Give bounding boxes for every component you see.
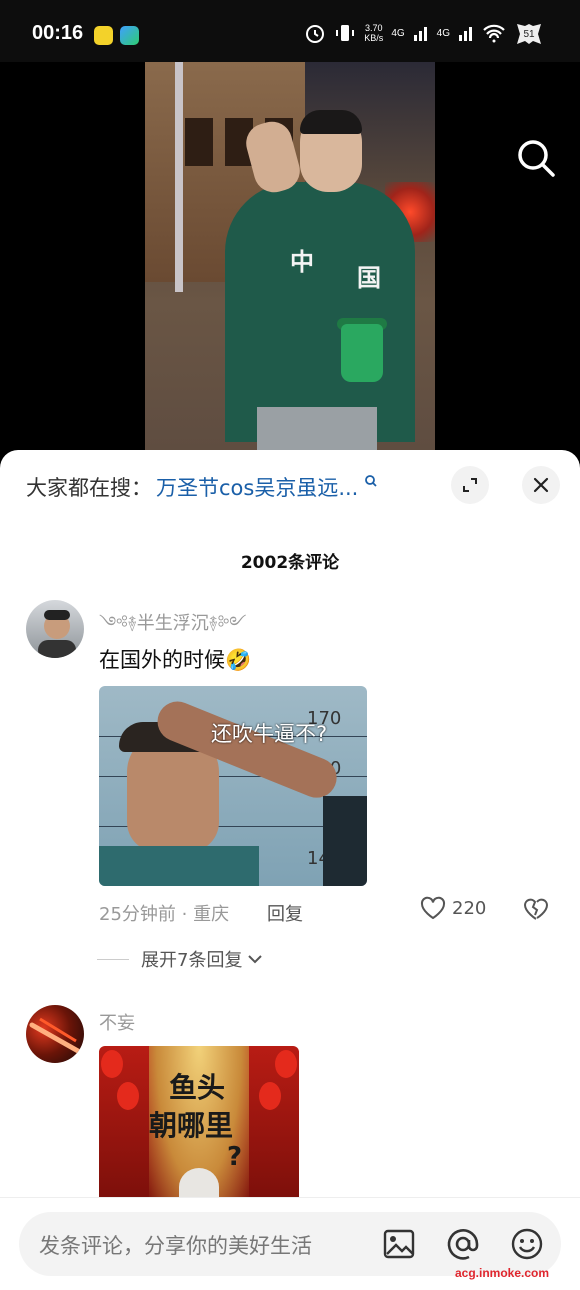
comment-image[interactable]: 170 160 140 还吹牛逼不?: [99, 686, 367, 886]
broken-heart-icon[interactable]: [522, 896, 550, 922]
comment-sheet: 大家都在搜： 万圣节cos吴京虽远... 2002条评论 ༺࿈半生浮沉࿈༻ 在国…: [0, 450, 580, 1289]
app-notification-icon: [94, 26, 113, 45]
reply-button[interactable]: 回复: [267, 900, 303, 926]
person-jacket: [225, 182, 415, 442]
lantern: [117, 1082, 139, 1110]
expand-replies-button[interactable]: 展开7条回复: [97, 946, 264, 972]
image-caption-line1: 鱼头: [169, 1071, 226, 1104]
jacket-text-right: 国: [357, 264, 381, 292]
vibrate-icon: [336, 25, 355, 41]
lantern: [259, 1082, 281, 1110]
comment-time-location: 25分钟前 · 重庆: [99, 904, 230, 925]
speed-unit: KB/s: [364, 33, 384, 43]
meme-shirt: [99, 846, 259, 886]
heart-icon: [420, 896, 446, 920]
app-notification-icon-2: [120, 26, 139, 45]
alarm-icon: [306, 25, 325, 43]
comment-text: 在国外的时候🤣: [99, 648, 252, 672]
expand-replies-label: 展开7条回复: [141, 950, 243, 971]
expand-icon: [463, 478, 477, 492]
avatar-face: [38, 610, 76, 658]
battery-icon: 51: [517, 24, 541, 44]
image-icon[interactable]: [381, 1226, 417, 1262]
signal-icon: [413, 27, 427, 41]
network-type-2: 4G: [436, 27, 450, 39]
wifi-icon: [483, 24, 505, 43]
status-time: 00:16: [32, 22, 84, 44]
comment-count: 2002条评论: [240, 553, 340, 573]
search-icon[interactable]: [364, 474, 378, 488]
meme-officer: [323, 796, 367, 886]
like-count: 220: [452, 897, 487, 919]
search-icon[interactable]: [514, 136, 558, 180]
signal-icon-2: [459, 27, 472, 41]
video-frame[interactable]: 中 国: [145, 62, 435, 462]
image-caption: 还吹牛逼不?: [211, 722, 328, 746]
network-type-1: 4G: [391, 27, 405, 39]
jacket-text-left: 中: [290, 248, 314, 276]
expand-button[interactable]: [451, 466, 489, 504]
avatar[interactable]: [26, 1005, 84, 1063]
close-icon: [533, 477, 549, 493]
hot-search-bar: 大家都在搜： 万圣节cos吴京虽远...: [26, 472, 378, 502]
svg-text:51: 51: [523, 29, 535, 40]
image-caption-line2: 朝哪里: [149, 1109, 234, 1142]
network-speed: 3.70 KB/s: [364, 23, 383, 43]
status-bar: 00:16 3.70 KB/s 4G 4G 51: [0, 0, 580, 62]
avatar-streak: [29, 1017, 81, 1054]
image-caption-line3: ?: [227, 1142, 243, 1172]
like-button[interactable]: 220: [420, 896, 486, 920]
comment-input-placeholder: 发条评论，分享你的美好生活: [39, 1234, 312, 1258]
speed-value: 3.70: [365, 23, 383, 33]
person-hair: [300, 110, 362, 134]
light-pole: [175, 62, 183, 292]
avatar[interactable]: [26, 600, 84, 658]
video-player[interactable]: 中 国: [0, 62, 580, 462]
divider: [97, 958, 129, 960]
mention-icon[interactable]: [445, 1226, 481, 1262]
comment-username[interactable]: 不妄: [99, 1009, 135, 1035]
hot-search-label: 大家都在搜：: [26, 476, 152, 500]
status-indicators: 3.70 KB/s 4G 4G 51: [304, 20, 544, 46]
drink-cup: [341, 324, 383, 382]
emoji-icon[interactable]: [509, 1226, 545, 1262]
lantern: [275, 1050, 297, 1078]
lantern: [101, 1050, 123, 1078]
hot-search-query[interactable]: 万圣节cos吴京虽远...: [156, 472, 358, 502]
close-button[interactable]: [522, 466, 560, 504]
comment-image[interactable]: 鱼头 朝哪里 ?: [99, 1046, 299, 1206]
chevron-down-icon: [248, 955, 263, 964]
building-window: [185, 118, 213, 166]
watermark: acg.inmoke.com: [455, 1266, 550, 1280]
